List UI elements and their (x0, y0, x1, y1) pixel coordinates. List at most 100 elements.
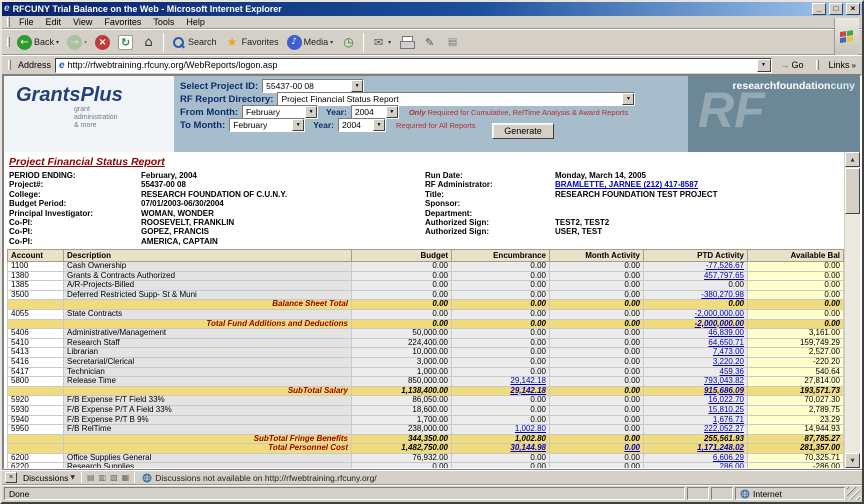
discussion-tool-icon[interactable]: ▧ (108, 473, 120, 482)
drilldown-link[interactable]: 222,052.27 (704, 425, 744, 434)
drilldown-link[interactable]: 459.36 (720, 367, 744, 376)
toolbar-grip[interactable] (7, 37, 10, 47)
minimize-button[interactable]: _ (812, 3, 826, 15)
dropdown-icon[interactable]: ▼ (351, 80, 363, 92)
print-button[interactable] (395, 31, 418, 53)
drilldown-link[interactable]: 0.00 (624, 444, 640, 453)
discussion-tool-icon[interactable]: ▦ (120, 473, 132, 482)
discussion-close-icon[interactable]: × (5, 472, 17, 483)
field-label: Title: (425, 190, 555, 199)
menu-favorites[interactable]: Favorites (98, 17, 147, 27)
address-dropdown-icon[interactable]: ▼ (757, 59, 771, 72)
dropdown-icon[interactable]: ▼ (386, 106, 398, 118)
rf-administrator-link[interactable]: BRAMLETTE, JARNEE (212) 417-8587 (555, 180, 698, 189)
close-button[interactable]: × (846, 3, 860, 15)
address-url[interactable]: http://rfwebtraining.rfcuny.org/WebRepor… (68, 60, 754, 70)
menu-grip[interactable] (7, 17, 10, 27)
drilldown-link[interactable]: 793,043.82 (704, 377, 744, 386)
drilldown-link[interactable]: 3,220.20 (713, 357, 744, 366)
drilldown-link[interactable]: 6,606.29 (713, 453, 744, 462)
account-cell: 5930 (8, 405, 64, 415)
windows-logo (834, 18, 859, 55)
refresh-button[interactable]: ↻ (114, 31, 137, 53)
from-month-select[interactable]: February ▼ (242, 105, 318, 119)
ptd-activity-cell: 3,220.20 (644, 357, 748, 367)
drilldown-link[interactable]: 1,676.71 (713, 415, 744, 424)
discussion-tool-icon[interactable]: ▥ (97, 473, 109, 482)
generate-button[interactable]: Generate (492, 123, 554, 139)
dropdown-icon[interactable]: ▼ (292, 119, 304, 131)
forward-button[interactable]: →▾ (63, 31, 91, 53)
back-button[interactable]: ←Back▾ (13, 31, 63, 53)
menu-help[interactable]: Help (180, 17, 211, 27)
discussion-tool-icon[interactable]: ▤ (85, 473, 97, 482)
available-balance-cell: 87,785.27 (748, 434, 844, 444)
from-year-select[interactable]: 2004 ▼ (351, 105, 399, 119)
drilldown-link[interactable]: 30,144.98 (510, 444, 546, 453)
address-input[interactable]: e http://rfwebtraining.rfcuny.org/WebRep… (55, 58, 771, 73)
month-activity-cell: 0.00 (550, 290, 644, 300)
to-year-select[interactable]: 2004 ▼ (338, 118, 386, 132)
report-directory-select[interactable]: Project Financial Status Report ▼ (277, 92, 635, 106)
title-bar[interactable]: e RFCUNY Trial Balance on the Web - Micr… (2, 2, 862, 16)
project-id-select[interactable]: 55437-00 08 ▼ (262, 79, 364, 93)
links-grip[interactable] (816, 60, 819, 70)
drilldown-link[interactable]: 457,797.65 (704, 271, 744, 280)
address-grip[interactable] (8, 60, 11, 70)
drilldown-link[interactable]: 7,473.00 (713, 348, 744, 357)
scrollbar-thumb[interactable] (845, 168, 860, 214)
account-cell: 1385 (8, 281, 64, 291)
scroll-up-icon[interactable]: ▲ (845, 152, 860, 167)
discussions-button[interactable]: Discussions ▼ (20, 473, 78, 483)
back-icon: ← (17, 35, 32, 50)
scrollbar-track[interactable] (845, 214, 860, 453)
drilldown-link[interactable]: -2,000,000.00 (695, 309, 744, 318)
month-activity-cell: 0.00 (550, 309, 644, 319)
go-button[interactable]: → Go (776, 57, 809, 73)
mail-button[interactable]: ✉▾ (367, 31, 395, 53)
drilldown-link[interactable]: 29,142.18 (510, 386, 546, 395)
menu-view[interactable]: View (67, 17, 98, 27)
links-button[interactable]: Links » (826, 60, 859, 70)
drilldown-link[interactable]: 15,810.25 (708, 405, 744, 414)
description-cell: F/B Expense F/T Field 33% (64, 396, 352, 406)
history-button[interactable]: ◷ (337, 31, 360, 53)
edit-button[interactable]: ✎ (418, 31, 441, 53)
dropdown-icon[interactable]: ▼ (622, 93, 634, 105)
discuss-button[interactable]: ▤ (441, 31, 464, 53)
drilldown-link[interactable]: -2,000,000.00 (695, 319, 744, 328)
drilldown-link[interactable]: 64,650.71 (708, 338, 744, 347)
home-button[interactable]: ⌂ (137, 31, 160, 53)
dropdown-icon[interactable]: ▼ (305, 106, 317, 118)
drilldown-link[interactable]: 1,171,248.02 (697, 444, 744, 453)
report-fields-right: Run Date:Monday, March 14, 2005RF Admini… (425, 171, 842, 237)
drilldown-link[interactable]: 16,022.70 (708, 396, 744, 405)
resize-grip[interactable] (847, 487, 860, 500)
drilldown-link[interactable]: 915,686.09 (704, 386, 744, 395)
report-directory-value: Project Financial Status Report (281, 94, 622, 104)
drilldown-link[interactable]: -77,526.67 (706, 262, 744, 271)
favorites-button[interactable]: ★Favorites (221, 31, 283, 53)
encumbrance-cell: 29,142.18 (452, 386, 550, 396)
search-button[interactable]: Search (167, 31, 221, 53)
stop-button[interactable]: × (91, 31, 114, 53)
description-cell: Cash Ownership (64, 262, 352, 272)
vertical-scrollbar[interactable]: ▲ ▼ (844, 152, 860, 468)
status-bar: Done Internet (2, 484, 862, 502)
scroll-down-icon[interactable]: ▼ (845, 453, 860, 468)
description-cell: State Contracts (64, 309, 352, 319)
drilldown-link[interactable]: 46,839.00 (708, 329, 744, 338)
media-button[interactable]: ♪Media▾ (283, 31, 338, 53)
menu-edit[interactable]: Edit (40, 17, 68, 27)
drilldown-link[interactable]: 286.00 (720, 463, 744, 468)
maximize-button[interactable]: □ (829, 3, 843, 15)
to-month-select[interactable]: February ▼ (229, 118, 305, 132)
drilldown-link[interactable]: -380,270.98 (701, 290, 744, 299)
menu-file[interactable]: File (13, 17, 40, 27)
drilldown-link[interactable]: 29,142.18 (510, 377, 546, 386)
total-row: Total Personnel Cost1,482,750.0030,144.9… (8, 444, 844, 454)
menu-tools[interactable]: Tools (147, 17, 180, 27)
dropdown-icon[interactable]: ▼ (373, 119, 385, 131)
budget-cell: 224,400.00 (352, 338, 452, 348)
drilldown-link[interactable]: 1,002.80 (515, 425, 546, 434)
